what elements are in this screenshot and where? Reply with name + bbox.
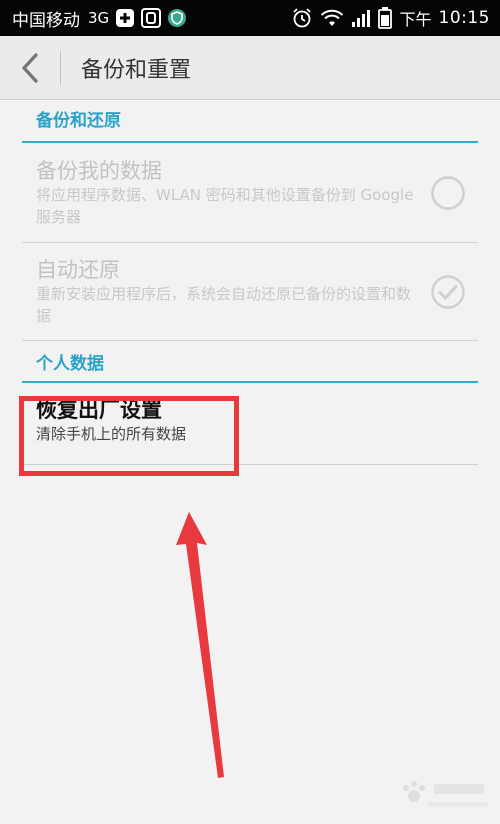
annotation-arrow <box>176 512 224 778</box>
watermark-logo <box>403 781 488 807</box>
